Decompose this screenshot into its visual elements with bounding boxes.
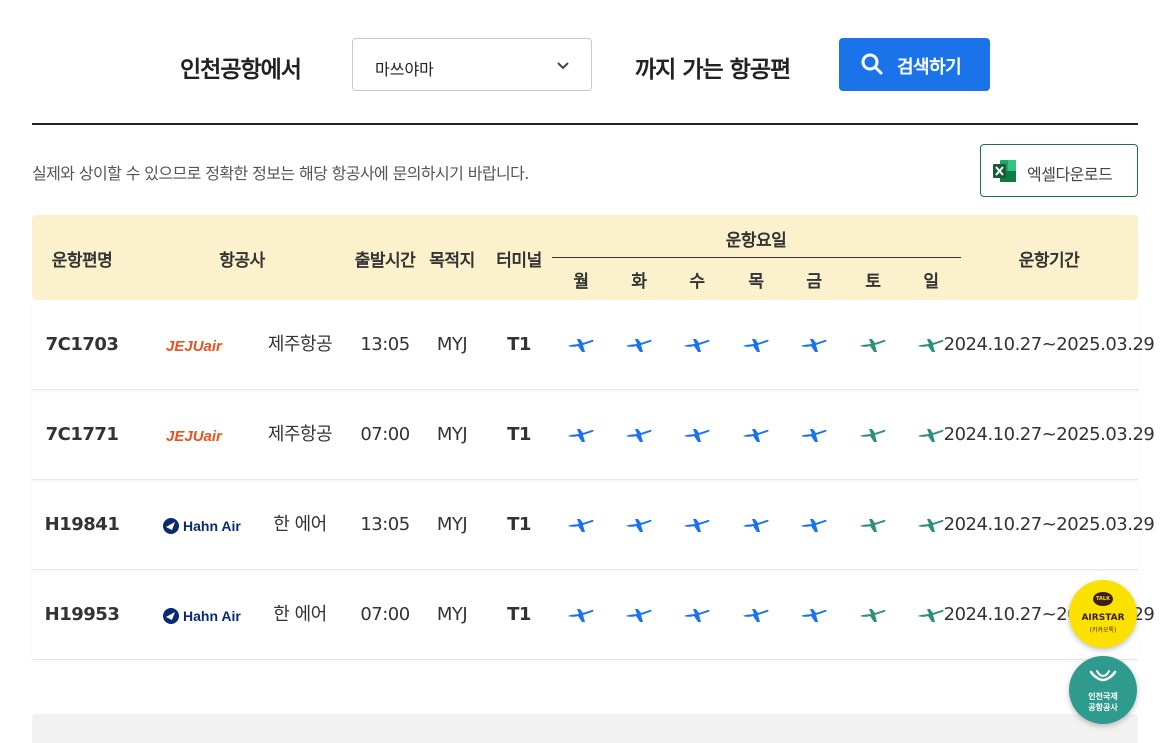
flight-number: 7C1703: [45, 334, 119, 355]
jejuair-logo: [164, 427, 234, 445]
airport-logo-icon: [1089, 670, 1117, 682]
flight-number: 7C1771: [45, 424, 119, 445]
plane-icon-thu: [742, 427, 770, 445]
departure-time: 07:00: [360, 424, 410, 445]
header-day-thu: 목: [748, 272, 764, 292]
plane-icon-wed: [683, 517, 711, 535]
terminal: T1: [507, 424, 531, 445]
section-divider: [32, 123, 1138, 125]
excel-download-button[interactable]: 엑셀다운로드: [980, 144, 1138, 197]
destination-code: MYJ: [436, 334, 468, 355]
plane-icon-sat: [859, 427, 887, 445]
header-day-sun: 일: [923, 272, 939, 292]
destination-select[interactable]: 마쓰야마: [352, 38, 592, 91]
plane-icon-wed: [683, 337, 711, 355]
plane-icon-mon: [567, 427, 595, 445]
terminal: T1: [507, 514, 531, 535]
table-row: 7C1771 제주항공 07:00 MYJ T1 2024.10.27~2025…: [32, 390, 1155, 480]
plane-icon-thu: [742, 517, 770, 535]
plane-icon-tue: [625, 607, 653, 625]
plane-icon-mon: [567, 517, 595, 535]
plane-icon-fri: [800, 427, 828, 445]
header-day-mon: 월: [573, 272, 589, 292]
terminal: T1: [507, 334, 531, 355]
header-airline: 항공사: [219, 251, 265, 271]
jejuair-logo: [164, 337, 234, 355]
header-flight: 운항편명: [51, 251, 113, 271]
destination-value: 마쓰야마: [375, 60, 434, 79]
flight-number: H19841: [44, 514, 120, 535]
header-terminal: 터미널: [496, 251, 542, 271]
hahnair-logo: [162, 517, 248, 535]
notice-text: 실제와 상이할 수 있으므로 정확한 정보는 해당 항공사에 문의하시기 바랍니…: [32, 164, 529, 183]
plane-icon-sun: [917, 337, 945, 355]
destination-code: MYJ: [436, 604, 468, 625]
operation-period: 2024.10.27~2025.03.29: [943, 424, 1155, 445]
plane-icon-wed: [683, 607, 711, 625]
airport-label-line2: 공항공사: [1088, 703, 1118, 712]
header-day-sat: 토: [865, 272, 881, 292]
table-row: 7C1703 제주항공 13:05 MYJ T1 2024.10.27~2025…: [32, 300, 1155, 390]
plane-icon-fri: [800, 607, 828, 625]
table-row: H19953 한 에어 07:00 MYJ T1 2024.10.27~2025…: [32, 570, 1155, 660]
airline-name: 제주항공: [267, 424, 333, 445]
operation-period: 2024.10.27~2025.03.29: [943, 514, 1155, 535]
search-button[interactable]: 검색하기: [839, 38, 990, 91]
header-departure: 출발시간: [354, 251, 416, 271]
plane-icon-sat: [859, 607, 887, 625]
table-row: H19841 한 에어 13:05 MYJ T1 2024.10.27~2025…: [32, 480, 1155, 570]
header-period: 운항기간: [1018, 251, 1080, 271]
hahnair-logo: [162, 607, 248, 625]
header-day-tue: 화: [631, 272, 647, 292]
excel-icon: [993, 160, 1016, 182]
from-label: 인천공항에서: [180, 57, 302, 83]
departure-time: 07:00: [360, 604, 410, 625]
bottom-panel: [32, 714, 1138, 743]
plane-icon-wed: [683, 427, 711, 445]
plane-icon-thu: [742, 337, 770, 355]
airline-name: 제주항공: [267, 334, 333, 355]
airport-label-line1: 인천국제: [1088, 692, 1118, 701]
flight-number: H19953: [44, 604, 120, 625]
table-header: 운항편명 항공사 출발시간 목적지 터미널 운항요일 월 화 수 목 금 토 일…: [32, 215, 1138, 300]
header-destination: 목적지: [429, 251, 475, 271]
operation-period: 2024.10.27~2025.03.29: [943, 334, 1155, 355]
header-days-group: 운항요일: [725, 231, 787, 251]
plane-icon-tue: [625, 337, 653, 355]
plane-icon-sun: [917, 517, 945, 535]
plane-icon-thu: [742, 607, 770, 625]
terminal: T1: [507, 604, 531, 625]
airline-name: 한 에어: [273, 604, 327, 625]
destination-code: MYJ: [436, 424, 468, 445]
header-day-fri: 금: [806, 272, 822, 292]
chevron-down-icon: [557, 62, 569, 70]
plane-icon-sun: [917, 427, 945, 445]
plane-icon-fri: [800, 517, 828, 535]
airstar-label: AIRSTAR: [1081, 613, 1125, 623]
departure-time: 13:05: [360, 334, 410, 355]
excel-download-label: 엑셀다운로드: [1027, 165, 1113, 184]
plane-icon-mon: [567, 607, 595, 625]
talk-bubble-icon: TALK: [1093, 592, 1113, 606]
plane-icon-fri: [800, 337, 828, 355]
days-divider: [552, 257, 961, 258]
to-label: 까지 가는 항공편: [635, 57, 791, 83]
incheon-airport-button[interactable]: 인천국제 공항공사: [1069, 656, 1137, 724]
search-button-label: 검색하기: [897, 57, 962, 78]
kakaotalk-airstar-button[interactable]: TALK AIRSTAR (카카오톡): [1069, 580, 1137, 648]
plane-icon-sun: [917, 607, 945, 625]
kakaotalk-label: (카카오톡): [1089, 627, 1117, 634]
plane-icon-tue: [625, 517, 653, 535]
plane-icon-sat: [859, 337, 887, 355]
search-bar: 인천공항에서 마쓰야마 까지 가는 항공편 검색하기: [0, 38, 1170, 92]
plane-icon-tue: [625, 427, 653, 445]
airline-name: 한 에어: [273, 514, 327, 535]
header-day-wed: 수: [689, 272, 705, 292]
plane-icon-mon: [567, 337, 595, 355]
search-icon: [861, 53, 883, 75]
destination-code: MYJ: [436, 514, 468, 535]
departure-time: 13:05: [360, 514, 410, 535]
plane-icon-sat: [859, 517, 887, 535]
